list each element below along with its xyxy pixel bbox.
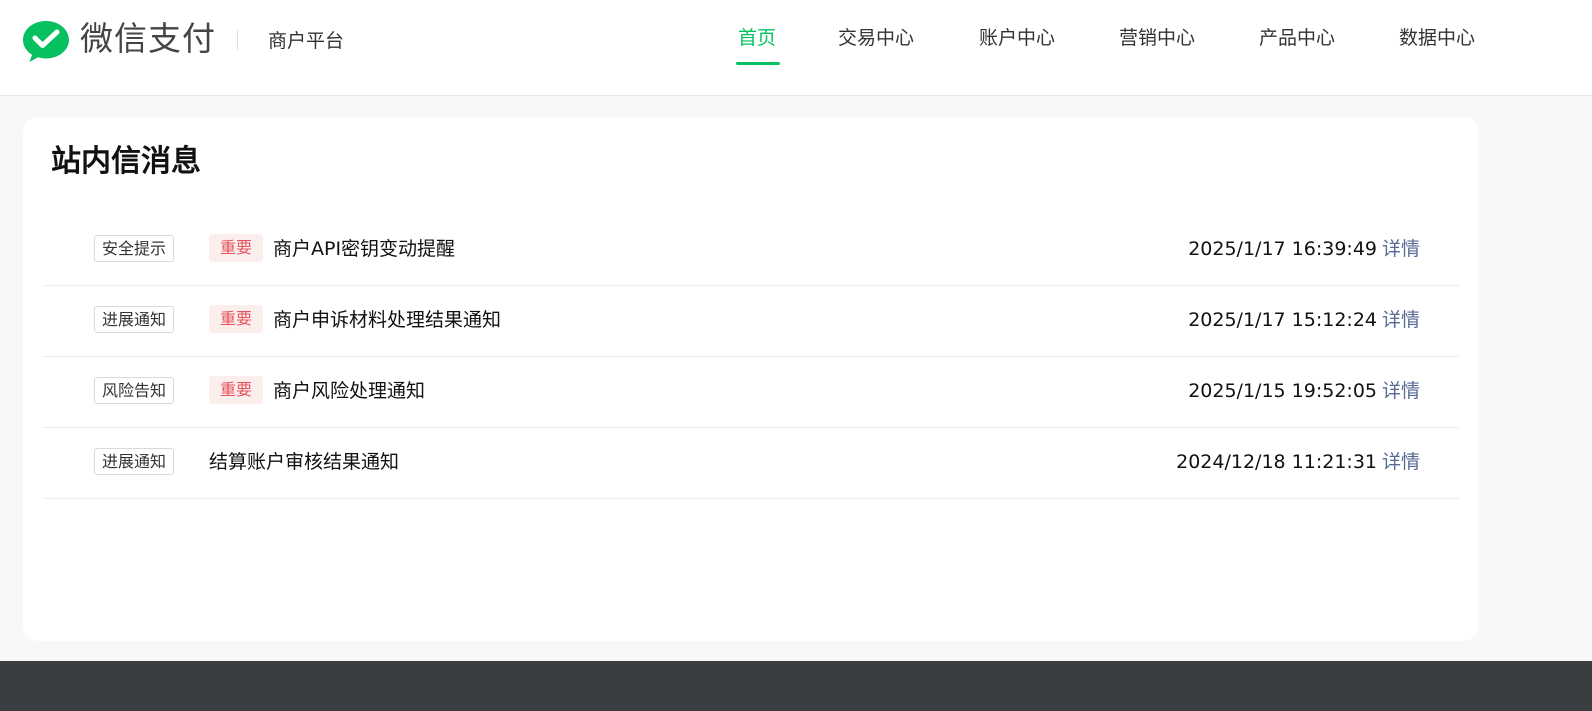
nav-item-data[interactable]: 数据中心 [1399,26,1475,50]
message-title[interactable]: 结算账户审核结果通知 [209,449,399,475]
messages-card: 站内信消息 安全提示 重要 商户API密钥变动提醒 2025/1/17 16:3… [23,117,1478,641]
message-row[interactable]: 风险告知 重要 商户风险处理通知 2025/1/15 19:52:05 详情 [43,357,1460,428]
nav-active-indicator [736,62,780,65]
message-time: 2025/1/17 16:39:49 [1188,238,1377,260]
category-tag: 风险告知 [94,377,175,404]
category-tag: 安全提示 [94,235,175,262]
page-title: 站内信消息 [51,144,201,179]
nav-item-products[interactable]: 产品中心 [1259,26,1335,50]
message-row[interactable]: 安全提示 重要 商户API密钥变动提醒 2025/1/17 16:39:49 详… [43,215,1460,286]
nav-item-transactions[interactable]: 交易中心 [838,26,914,50]
details-link[interactable]: 详情 [1382,449,1420,475]
important-badge: 重要 [209,234,263,262]
message-title[interactable]: 商户申诉材料处理结果通知 [273,307,501,333]
wechat-pay-logo-icon[interactable] [22,19,70,63]
message-title[interactable]: 商户API密钥变动提醒 [273,236,455,262]
message-row[interactable]: 进展通知 结算账户审核结果通知 2024/12/18 11:21:31 详情 [43,428,1460,499]
important-badge: 重要 [209,376,263,404]
message-time: 2025/1/17 15:12:24 [1188,309,1377,331]
nav-item-account[interactable]: 账户中心 [979,26,1055,50]
category-tag: 进展通知 [94,448,175,475]
important-badge: 重要 [209,305,263,333]
details-link[interactable]: 详情 [1382,307,1420,333]
details-link[interactable]: 详情 [1382,236,1420,262]
message-title[interactable]: 商户风险处理通知 [273,378,425,404]
message-time: 2024/12/18 11:21:31 [1176,451,1377,473]
header-divider [237,30,238,50]
top-header: 微信支付 商户平台 首页 交易中心 账户中心 营销中心 产品中心 数据中心 [0,0,1592,96]
message-row[interactable]: 进展通知 重要 商户申诉材料处理结果通知 2025/1/17 15:12:24 … [43,286,1460,357]
category-tag: 进展通知 [94,306,175,333]
page-footer [0,661,1592,711]
nav-item-marketing[interactable]: 营销中心 [1119,26,1195,50]
platform-name: 商户平台 [268,30,345,52]
message-time: 2025/1/15 19:52:05 [1188,380,1377,402]
brand-name: 微信支付 [80,19,216,58]
details-link[interactable]: 详情 [1382,378,1420,404]
nav-item-home[interactable]: 首页 [738,26,776,50]
